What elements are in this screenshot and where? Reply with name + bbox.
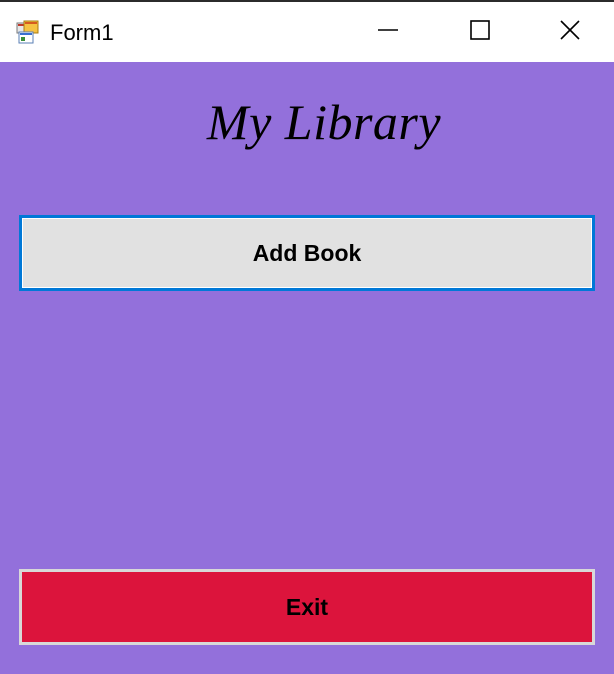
minimize-button[interactable] — [342, 2, 434, 62]
add-book-button-label: Add Book — [252, 239, 362, 266]
title-bar[interactable]: Form1 — [0, 2, 614, 62]
minimize-icon — [377, 19, 399, 46]
library-heading: My Library — [206, 94, 442, 150]
app-window: Form1 My Library Add Book Exit — [0, 0, 614, 674]
close-icon — [559, 19, 581, 46]
maximize-icon — [469, 19, 491, 46]
maximize-button[interactable] — [434, 2, 526, 62]
form-client-area: My Library Add Book Exit — [0, 62, 614, 674]
add-book-button[interactable]: Add Book — [19, 215, 595, 291]
app-icon[interactable] — [16, 20, 40, 44]
exit-button[interactable]: Exit — [19, 569, 595, 645]
close-button[interactable] — [526, 2, 614, 62]
window-title: Form1 — [50, 20, 114, 45]
exit-button-label: Exit — [285, 593, 329, 620]
